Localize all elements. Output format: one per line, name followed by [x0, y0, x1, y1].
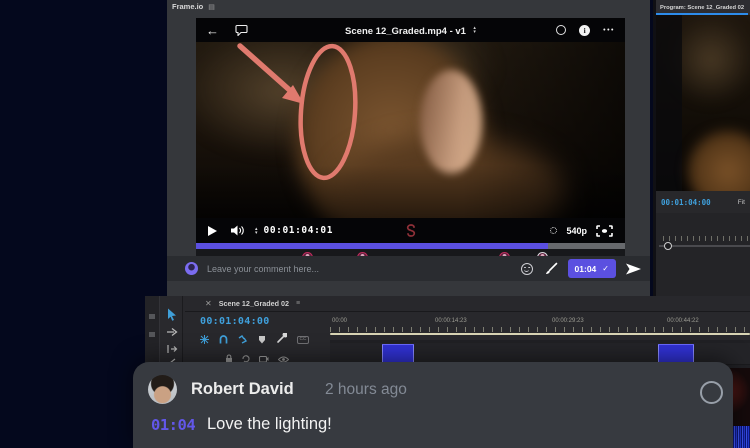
selection-tool-icon[interactable]	[166, 308, 178, 321]
comment-time-ago: 2 hours ago	[325, 381, 407, 398]
ripple-edit-tool-icon[interactable]	[166, 344, 178, 354]
close-tab-icon[interactable]: ✕	[205, 299, 212, 308]
program-tab-label: Program: Scene 12_Graded 02	[660, 4, 745, 11]
subject-hair	[688, 131, 750, 191]
complete-comment-toggle[interactable]	[700, 381, 723, 404]
ruler-label: 00:00	[332, 318, 348, 324]
volume-icon[interactable]	[231, 225, 245, 236]
program-video-frame	[656, 15, 750, 191]
frameio-panel-header: Frame.io ▤	[172, 2, 215, 11]
wrench-icon[interactable]	[276, 331, 288, 349]
insert-sequence-icon[interactable]	[200, 331, 209, 349]
program-scrubber[interactable]	[659, 236, 750, 250]
ruler-label: 00:00:14:23	[435, 318, 467, 324]
settings-gear-icon[interactable]	[550, 227, 558, 234]
player-timecode: 00:01:04:01	[263, 225, 334, 236]
timeline-ruler[interactable]: 00:00 00:00:14:23 00:00:29:23 00:00:44:2…	[330, 312, 750, 340]
video-player: ← Scene 12_Graded.mp4 - v1 ▴ ▾ i ••• ▴ ▾…	[196, 18, 625, 270]
annotation-layer	[237, 43, 358, 181]
ruler-label: 00:00:29:23	[552, 318, 584, 324]
player-title[interactable]: Scene 12_Graded.mp4 - v1	[345, 26, 466, 37]
program-monitor-panel: Program: Scene 12_Graded 02 00:01:04:00 …	[653, 0, 750, 296]
program-scrubber-ticks	[663, 236, 750, 241]
status-circle-icon[interactable]	[556, 25, 567, 35]
video-frame[interactable]	[196, 42, 625, 218]
comment-bubble-icon[interactable]	[235, 24, 248, 36]
ruler-label: 00:00:44:22	[667, 318, 699, 324]
rail-handle-icon[interactable]	[149, 332, 155, 337]
comment-text: Love the lighting!	[207, 415, 332, 433]
work-area-bar[interactable]	[330, 332, 750, 335]
timestamp-chip[interactable]: 01:04 ✓	[567, 259, 616, 278]
timeline-tab[interactable]: ✕ Scene 12_Graded 02 ≡	[185, 296, 750, 312]
marker-icon[interactable]	[258, 331, 266, 349]
program-timecode: 00:01:04:00	[661, 197, 711, 207]
back-icon[interactable]: ←	[206, 23, 219, 38]
panel-menu-icon[interactable]: ≡	[296, 300, 300, 307]
player-header: ← Scene 12_Graded.mp4 - v1 ▴ ▾ i •••	[196, 18, 625, 42]
info-icon[interactable]: i	[579, 24, 591, 36]
annotation-ellipse	[298, 43, 358, 181]
comment-input[interactable]: Leave your comment here...	[207, 264, 521, 274]
timeline-tab-label: Scene 12_Graded 02	[218, 299, 290, 308]
captions-icon[interactable]: CC	[297, 336, 309, 344]
linked-selection-icon[interactable]	[238, 331, 248, 349]
play-icon[interactable]	[208, 225, 217, 236]
timeline-clip[interactable]	[382, 344, 414, 364]
current-user-avatar	[185, 262, 198, 275]
annotation-arrow	[237, 43, 297, 97]
program-playhead[interactable]	[664, 241, 672, 250]
program-scrubber-track	[659, 245, 750, 247]
program-zoom-select[interactable]: Fit	[738, 199, 745, 206]
track-select-tool-icon[interactable]	[166, 327, 178, 337]
fullscreen-icon[interactable]	[596, 224, 613, 237]
timecode-chevron-icon[interactable]: ▴ ▾	[255, 226, 258, 235]
checkmark-icon[interactable]: ✓	[602, 264, 609, 273]
comment-input-bar: Leave your comment here... 01:04 ✓	[167, 256, 650, 281]
frameio-app-title: Frame.io	[172, 2, 204, 11]
program-tab[interactable]: Program: Scene 12_Graded 02	[656, 0, 750, 15]
version-chevron-icon[interactable]: ▴ ▾	[473, 25, 476, 34]
comment-card[interactable]: Robert David 2 hours ago 01:04 Love the …	[133, 362, 733, 448]
program-info-row: 00:01:04:00 Fit	[656, 191, 750, 213]
timeline-timecode[interactable]: 00:01:04:00	[200, 316, 270, 327]
comment-timestamp-link[interactable]: 01:04	[151, 416, 196, 434]
annotation-brush-icon[interactable]	[544, 262, 558, 276]
timeline-clip[interactable]	[658, 344, 695, 364]
send-comment-icon[interactable]	[625, 262, 642, 276]
commenter-avatar	[148, 375, 177, 404]
snap-magnet-icon[interactable]	[219, 331, 228, 349]
vignette	[656, 15, 682, 191]
timestamp-chip-time: 01:04	[574, 263, 597, 274]
rail-handle-icon[interactable]	[149, 314, 155, 319]
quality-selector[interactable]: 540p	[566, 226, 587, 236]
emoji-icon[interactable]	[520, 262, 533, 275]
commenter-name: Robert David	[191, 380, 294, 398]
frameio-panel-menu-icon[interactable]: ▤	[208, 3, 215, 11]
more-options-icon[interactable]: •••	[603, 27, 615, 34]
ruler-ticks	[330, 327, 750, 332]
player-controls: ▴ ▾ 00:01:04:01 540p	[196, 218, 625, 243]
loop-icon[interactable]	[405, 224, 416, 237]
